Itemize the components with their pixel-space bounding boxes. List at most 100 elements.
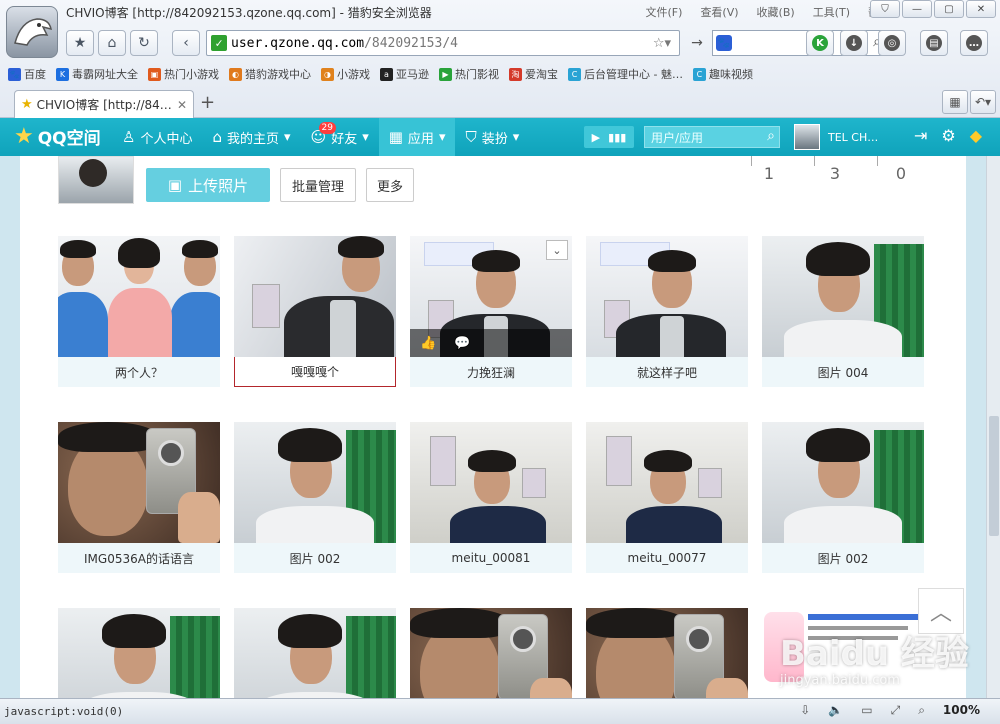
photo-thumbnail[interactable] xyxy=(762,236,924,357)
photo-card[interactable] xyxy=(58,608,220,698)
close-icon[interactable]: ✕ xyxy=(966,0,996,18)
new-tab-icon[interactable]: + xyxy=(200,92,215,113)
photo-caption[interactable]: meitu_00077 xyxy=(586,543,748,573)
photo-thumbnail[interactable] xyxy=(586,236,748,357)
photo-card[interactable]: IMG0536A的话语言 xyxy=(58,422,220,573)
photo-thumbnail[interactable]: 👍 💬 ⌄ xyxy=(410,236,572,357)
menu-view[interactable]: 查看(V) xyxy=(700,4,738,20)
photo-card[interactable] xyxy=(410,608,572,698)
photo-card[interactable]: 👍 💬 ⌄ 力挽狂澜 xyxy=(410,236,572,387)
download-button[interactable]: ↓ xyxy=(840,30,868,56)
vertical-scrollbar[interactable] xyxy=(986,156,1000,698)
photo-thumbnail[interactable] xyxy=(762,422,924,543)
logout-icon[interactable]: ⇥ xyxy=(914,126,927,145)
photo-thumbnail[interactable] xyxy=(410,608,572,698)
album-owner-avatar[interactable] xyxy=(58,156,134,204)
photo-thumbnail[interactable] xyxy=(58,236,220,357)
photo-card[interactable]: 嘎嘎嘎个 xyxy=(234,236,396,387)
photo-thumbnail[interactable] xyxy=(234,608,396,698)
photo-menu-dropdown[interactable]: ⌄ xyxy=(546,240,568,260)
photo-card[interactable]: meitu_00077 xyxy=(586,422,748,573)
stat-2[interactable]: 3 xyxy=(826,164,844,183)
qzone-nav-apps[interactable]: ▦ 应用 ▾ xyxy=(378,118,456,156)
gear-icon[interactable]: ⚙ xyxy=(941,126,955,145)
photo-caption[interactable]: IMG0536A的话语言 xyxy=(58,543,220,573)
more-menu-button[interactable]: … xyxy=(960,30,988,56)
photo-caption[interactable]: meitu_00081 xyxy=(410,543,572,573)
bookmark-item[interactable]: a 亚马逊 xyxy=(380,64,429,84)
comment-icon[interactable]: 💬 xyxy=(454,336,470,351)
photo-caption[interactable]: 力挽狂澜 xyxy=(410,357,572,387)
thumbs-up-icon[interactable]: 👍 xyxy=(420,336,436,351)
refresh-button[interactable]: ↻ xyxy=(130,30,158,56)
zoom-icon[interactable]: ⌕ xyxy=(918,703,925,718)
photo-caption[interactable]: 图片 002 xyxy=(762,543,924,573)
bookmark-item[interactable]: C 后台管理中心 - 魅… xyxy=(568,64,683,84)
photo-card[interactable]: 图片 002 xyxy=(762,422,924,573)
photo-caption[interactable]: 两个人？ xyxy=(58,357,220,387)
tab-active[interactable]: ★ CHVIO博客 [http://84… ✕ xyxy=(14,90,194,118)
home-shirt-icon[interactable]: ⛉ xyxy=(870,0,900,18)
zoom-level[interactable]: 100% xyxy=(943,703,980,718)
photo-card[interactable]: 就这样子吧 xyxy=(586,236,748,387)
bookmark-item[interactable]: 淘爱淘宝 xyxy=(509,64,558,84)
stat-3[interactable]: 0 xyxy=(892,164,910,183)
download-status-icon[interactable]: ⇩ xyxy=(800,703,810,718)
back-button[interactable]: ‹ xyxy=(172,30,200,56)
photo-thumbnail[interactable] xyxy=(586,422,748,543)
minimize-icon[interactable]: — xyxy=(902,0,932,18)
avatar[interactable] xyxy=(794,124,820,150)
bookmark-item[interactable]: ▣ 热门小游戏 xyxy=(148,64,219,84)
bookmark-item[interactable]: ◐ 猎豹游戏中心 xyxy=(229,64,311,84)
bookmark-item[interactable]: C 趣味视频 xyxy=(692,64,753,84)
photo-thumbnail[interactable] xyxy=(410,422,572,543)
more-button[interactable]: 更多 xyxy=(366,168,414,202)
grid-view-icon[interactable]: ▦ xyxy=(942,90,968,114)
bookmark-item[interactable]: 🐾 百度 xyxy=(8,64,46,84)
play-icon[interactable]: ▶ xyxy=(592,131,600,144)
batch-manage-button[interactable]: 批量管理 xyxy=(280,168,356,202)
photo-card[interactable]: 图片 002 xyxy=(234,422,396,573)
fullscreen-icon[interactable]: ⤢ xyxy=(891,703,901,718)
qzone-nav-friends[interactable]: ☺ 29 好友 ▾ xyxy=(301,118,379,156)
photo-caption[interactable]: 图片 002 xyxy=(234,543,396,573)
menu-tools[interactable]: 工具(T) xyxy=(813,4,850,20)
home-button[interactable]: ⌂ xyxy=(98,30,126,56)
stat-1[interactable]: 1 xyxy=(760,164,778,183)
address-bar[interactable]: ✓ user.qzone.qq.com/842092153/4 ☆▾ xyxy=(206,30,680,56)
photo-card[interactable]: meitu_00081 xyxy=(410,422,572,573)
qzone-search-input[interactable]: 用户/应用 ⌕ xyxy=(644,126,780,148)
printer-button[interactable]: ▤ xyxy=(920,30,948,56)
game-button[interactable]: ◎ xyxy=(878,30,906,56)
photo-card[interactable] xyxy=(234,608,396,698)
go-arrow-icon[interactable]: → xyxy=(686,30,708,56)
photo-caption[interactable]: 嘎嘎嘎个 xyxy=(234,357,396,387)
photo-card[interactable]: 图片 004 xyxy=(762,236,924,387)
bookmark-item[interactable]: K 毒霸网址大全 xyxy=(56,64,138,84)
upload-photo-button[interactable]: ▣ 上传照片 xyxy=(146,168,270,202)
address-star-icon[interactable]: ☆▾ xyxy=(653,36,671,51)
photo-caption[interactable]: 图片 004 xyxy=(762,357,924,387)
scrollbar-thumb[interactable] xyxy=(989,416,999,536)
search-icon[interactable]: ⌕ xyxy=(767,128,775,144)
photo-thumbnail[interactable] xyxy=(234,422,396,543)
photo-thumbnail[interactable] xyxy=(586,608,748,698)
window-mode-icon[interactable]: ▭ xyxy=(861,703,872,718)
undo-icon[interactable]: ↶▾ xyxy=(970,90,996,114)
bookmark-item[interactable]: ▶ 热门影视 xyxy=(439,64,499,84)
tab-close-icon[interactable]: ✕ xyxy=(177,98,187,112)
kingsoft-button[interactable]: K xyxy=(806,30,834,56)
music-player[interactable]: ▶ ▮▮▮ xyxy=(584,126,634,148)
photo-caption[interactable]: 就这样子吧 xyxy=(586,357,748,387)
bookmark-item[interactable]: ◑ 小游戏 xyxy=(321,64,370,84)
qzone-nav-person[interactable]: ♙ 个人中心 xyxy=(112,118,202,156)
qzone-logo[interactable]: ★ QQ空间 xyxy=(14,124,101,149)
qzone-nav-home[interactable]: ⌂ 我的主页 ▾ xyxy=(202,118,300,156)
qzone-nav-shirt[interactable]: ⛉ 装扮 ▾ xyxy=(455,118,529,156)
volume-icon[interactable]: 🔈 xyxy=(828,703,843,718)
user-menu[interactable]: TEL CH… xyxy=(794,124,878,150)
menu-favorites[interactable]: 收藏(B) xyxy=(757,4,795,20)
diamond-icon[interactable]: ◆ xyxy=(970,126,982,145)
photo-thumbnail[interactable] xyxy=(234,236,396,357)
menu-file[interactable]: 文件(F) xyxy=(646,4,683,20)
